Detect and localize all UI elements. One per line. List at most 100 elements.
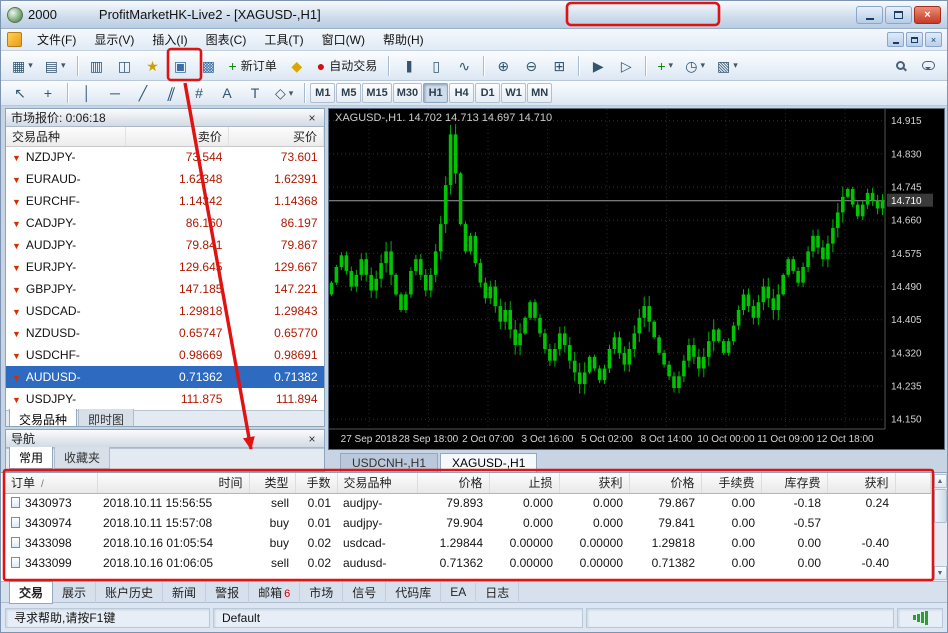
- chart-tab-1[interactable]: XAGUSD-,H1: [440, 453, 538, 472]
- navigator-button[interactable]: ★: [140, 54, 166, 78]
- terminal-column-header-1[interactable]: 时间: [97, 473, 250, 494]
- terminal-column-header-5[interactable]: 价格: [417, 473, 490, 494]
- search-button[interactable]: [887, 54, 913, 78]
- zoom-in-button[interactable]: ⊕: [490, 54, 516, 78]
- market-watch-row[interactable]: ▼ USDJPY- 111.875 111.894: [6, 388, 324, 410]
- terminal-tab-1[interactable]: 展示: [53, 581, 97, 603]
- menu-item-3[interactable]: 图表(C): [197, 30, 256, 50]
- market-watch-tab-1[interactable]: 即时图: [78, 409, 135, 426]
- text-button[interactable]: A: [214, 81, 240, 105]
- data-window-button[interactable]: ◫: [112, 54, 138, 78]
- terminal-tab-0[interactable]: 交易: [9, 580, 54, 604]
- tile-windows-button[interactable]: ⊞: [546, 54, 572, 78]
- market-watch-row[interactable]: ▼ EURJPY- 129.645 129.667: [6, 256, 324, 278]
- status-profile[interactable]: Default: [213, 607, 583, 628]
- mdi-close-button[interactable]: ×: [925, 32, 942, 47]
- new-chart-button[interactable]: ▦ ▾: [7, 54, 38, 78]
- terminal-column-header-10[interactable]: 库存费: [761, 473, 828, 494]
- terminal-column-header-7[interactable]: 获利: [559, 473, 630, 494]
- market-watch-column-header-1[interactable]: 卖价: [125, 127, 229, 147]
- chart-shift-button[interactable]: ▷: [613, 54, 639, 78]
- market-watch-row[interactable]: ▼ EURCHF- 1.14342 1.14368: [6, 190, 324, 212]
- label-button[interactable]: T: [242, 81, 268, 105]
- market-watch-column-header-0[interactable]: 交易品种: [6, 127, 126, 147]
- market-watch-column-header-2[interactable]: 买价: [228, 127, 324, 147]
- close-button[interactable]: ×: [914, 5, 941, 24]
- terminal-column-header-0[interactable]: 订单 /: [5, 473, 98, 494]
- timeframe-w1-button[interactable]: W1: [501, 83, 527, 103]
- autotrading-button[interactable]: ● 自动交易: [312, 54, 382, 78]
- candlestick-chart-button[interactable]: ▯: [423, 54, 449, 78]
- mdi-minimize-button[interactable]: [887, 32, 904, 47]
- crosshair-button[interactable]: +: [35, 81, 61, 105]
- timeframe-m15-button[interactable]: M15: [362, 83, 392, 103]
- new-order-button[interactable]: + 新订单: [224, 54, 282, 78]
- terminal-scrollbar[interactable]: ▲ ▼: [932, 473, 947, 581]
- order-row[interactable]: 3433098 2018.10.16 01:05:54 buy 0.02 usdcad-…: [5, 533, 931, 553]
- channel-button[interactable]: ∥: [158, 81, 184, 105]
- terminal-tab-7[interactable]: 信号: [343, 581, 387, 603]
- market-watch-row[interactable]: ▼ GBPJPY- 147.185 147.221: [6, 278, 324, 300]
- scrollbar-thumb[interactable]: [933, 489, 947, 523]
- terminal-tab-3[interactable]: 新闻: [163, 581, 207, 603]
- navigator-tab-0[interactable]: 常用: [9, 447, 54, 469]
- terminal-column-header-6[interactable]: 止损: [489, 473, 560, 494]
- timeframe-m1-button[interactable]: M1: [310, 83, 336, 103]
- terminal-tab-2[interactable]: 账户历史: [96, 581, 164, 603]
- timeframe-h1-button[interactable]: H1: [423, 83, 449, 103]
- market-watch-tab-0[interactable]: 交易品种: [9, 409, 78, 426]
- menu-item-1[interactable]: 显示(V): [85, 30, 143, 50]
- order-row[interactable]: 3433099 2018.10.16 01:06:05 sell 0.02 audusd…: [5, 553, 931, 573]
- market-watch-row[interactable]: ▼ AUDUSD- 0.71362 0.71382: [6, 366, 324, 388]
- periods-button[interactable]: ◷ ▾: [680, 54, 710, 78]
- market-watch-row[interactable]: ▼ NZDJPY- 73.544 73.601: [6, 146, 324, 168]
- market-watch-row[interactable]: ▼ EURAUD- 1.62348 1.62391: [6, 168, 324, 190]
- timeframe-m5-button[interactable]: M5: [336, 83, 362, 103]
- line-chart-button[interactable]: ∿: [451, 54, 477, 78]
- market-watch-row[interactable]: ▼ CADJPY- 86.160 86.197: [6, 212, 324, 234]
- terminal-tab-5[interactable]: 邮箱 6: [249, 581, 301, 603]
- terminal-tab-4[interactable]: 警报: [206, 581, 250, 603]
- navigator-close-icon[interactable]: ×: [305, 432, 319, 446]
- terminal-tab-10[interactable]: 日志: [476, 581, 520, 603]
- market-watch-close-icon[interactable]: ×: [305, 111, 319, 125]
- vertical-line-button[interactable]: │: [74, 81, 100, 105]
- terminal-column-header-8[interactable]: 价格: [629, 473, 702, 494]
- fibonacci-button[interactable]: #: [186, 81, 212, 105]
- auto-scroll-button[interactable]: ▶: [585, 54, 611, 78]
- terminal-column-header-2[interactable]: 类型: [249, 473, 296, 494]
- trendline-button[interactable]: ╱: [130, 81, 156, 105]
- metaeditor-button[interactable]: ◆: [284, 54, 310, 78]
- profiles-button[interactable]: ▤ ▾: [40, 54, 71, 78]
- market-watch-row[interactable]: ▼ USDCHF- 0.98669 0.98691: [6, 344, 324, 366]
- menu-item-4[interactable]: 工具(T): [255, 30, 312, 50]
- market-watch-row[interactable]: ▼ NZDUSD- 0.65747 0.65770: [6, 322, 324, 344]
- menu-item-2[interactable]: 插入(I): [143, 30, 196, 50]
- zoom-out-button[interactable]: ⊖: [518, 54, 544, 78]
- timeframe-h4-button[interactable]: H4: [449, 83, 475, 103]
- chart-area[interactable]: XAGUSD-,H1. 14.702 14.713 14.697 14.710 …: [328, 108, 945, 450]
- templates-button[interactable]: ▧ ▾: [712, 54, 743, 78]
- terminal-tab-9[interactable]: EA: [441, 583, 477, 601]
- terminal-tab-6[interactable]: 市场: [300, 581, 344, 603]
- order-row[interactable]: 3430973 2018.10.11 15:56:55 sell 0.01 audjpy…: [5, 493, 931, 513]
- cursor-button[interactable]: ↖: [7, 81, 33, 105]
- order-row[interactable]: 3430974 2018.10.11 15:57:08 buy 0.01 audjpy-…: [5, 513, 931, 533]
- market-watch-row[interactable]: ▼ AUDJPY- 79.841 79.867: [6, 234, 324, 256]
- terminal-tab-8[interactable]: 代码库: [386, 581, 442, 603]
- scroll-up-icon[interactable]: ▲: [933, 474, 947, 488]
- strategy-tester-button[interactable]: ▩: [196, 54, 222, 78]
- chart-tab-0[interactable]: USDCNH-,H1: [340, 453, 439, 472]
- terminal-column-header-11[interactable]: 获利: [827, 473, 896, 494]
- bar-chart-button[interactable]: |||: [395, 54, 421, 78]
- menu-item-6[interactable]: 帮助(H): [374, 30, 433, 50]
- timeframe-m30-button[interactable]: M30: [392, 83, 423, 103]
- mdi-restore-button[interactable]: [906, 32, 923, 47]
- navigator-tab-1[interactable]: 收藏夹: [54, 447, 111, 469]
- chat-button[interactable]: [915, 54, 941, 78]
- terminal-column-header-3[interactable]: 手数: [295, 473, 338, 494]
- terminal-column-header-4[interactable]: 交易品种: [337, 473, 418, 494]
- shapes-button[interactable]: ◇ ▾: [270, 81, 298, 105]
- timeframe-d1-button[interactable]: D1: [475, 83, 501, 103]
- scroll-down-icon[interactable]: ▼: [933, 566, 947, 580]
